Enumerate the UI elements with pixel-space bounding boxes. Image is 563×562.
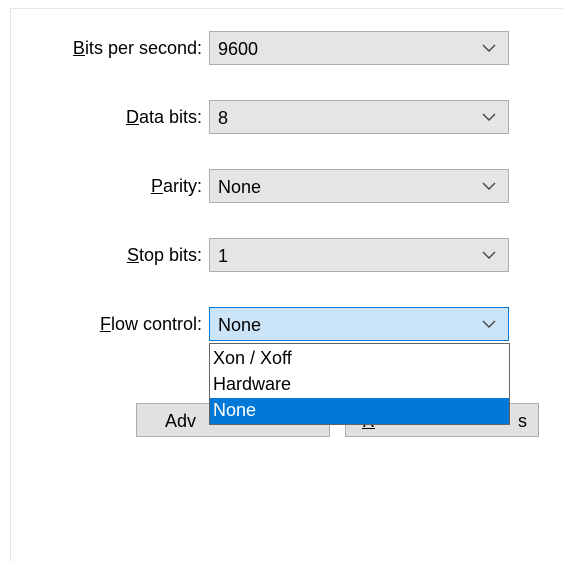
flow-control-dropdown-list: Xon / Xoff Hardware None <box>209 343 510 425</box>
flow-control-option-hardware[interactable]: Hardware <box>210 372 509 398</box>
bits-per-second-select[interactable]: 9600 <box>209 31 509 65</box>
flow-control-label: Flow control: <box>99 314 202 334</box>
parity-value: None <box>218 177 262 197</box>
chevron-down-icon <box>482 44 496 52</box>
panel-left-edge <box>10 8 11 562</box>
panel-top-edge <box>10 8 563 9</box>
stop-bits-label: Stop bits: <box>126 245 202 265</box>
chevron-down-icon <box>482 182 496 190</box>
data-bits-select[interactable]: 8 <box>209 100 509 134</box>
chevron-down-icon <box>482 251 496 259</box>
bits-per-second-label: Bits per second: <box>72 38 202 58</box>
flow-control-option-none[interactable]: None <box>210 398 509 424</box>
bits-per-second-value: 9600 <box>218 39 259 59</box>
advanced-button-label: Adv <box>165 411 197 431</box>
flow-control-option-xon-xoff[interactable]: Xon / Xoff <box>210 346 509 372</box>
chevron-down-icon <box>482 113 496 121</box>
parity-label: Parity: <box>150 176 202 196</box>
data-bits-value: 8 <box>218 108 229 128</box>
restore-defaults-button-label-tail: s <box>518 411 527 431</box>
chevron-down-icon <box>482 320 496 328</box>
data-bits-label: Data bits: <box>125 107 202 127</box>
stop-bits-value: 1 <box>218 246 229 266</box>
flow-control-select[interactable]: None <box>209 307 509 341</box>
parity-select[interactable]: None <box>209 169 509 203</box>
flow-control-value: None <box>218 315 262 335</box>
stop-bits-select[interactable]: 1 <box>209 238 509 272</box>
